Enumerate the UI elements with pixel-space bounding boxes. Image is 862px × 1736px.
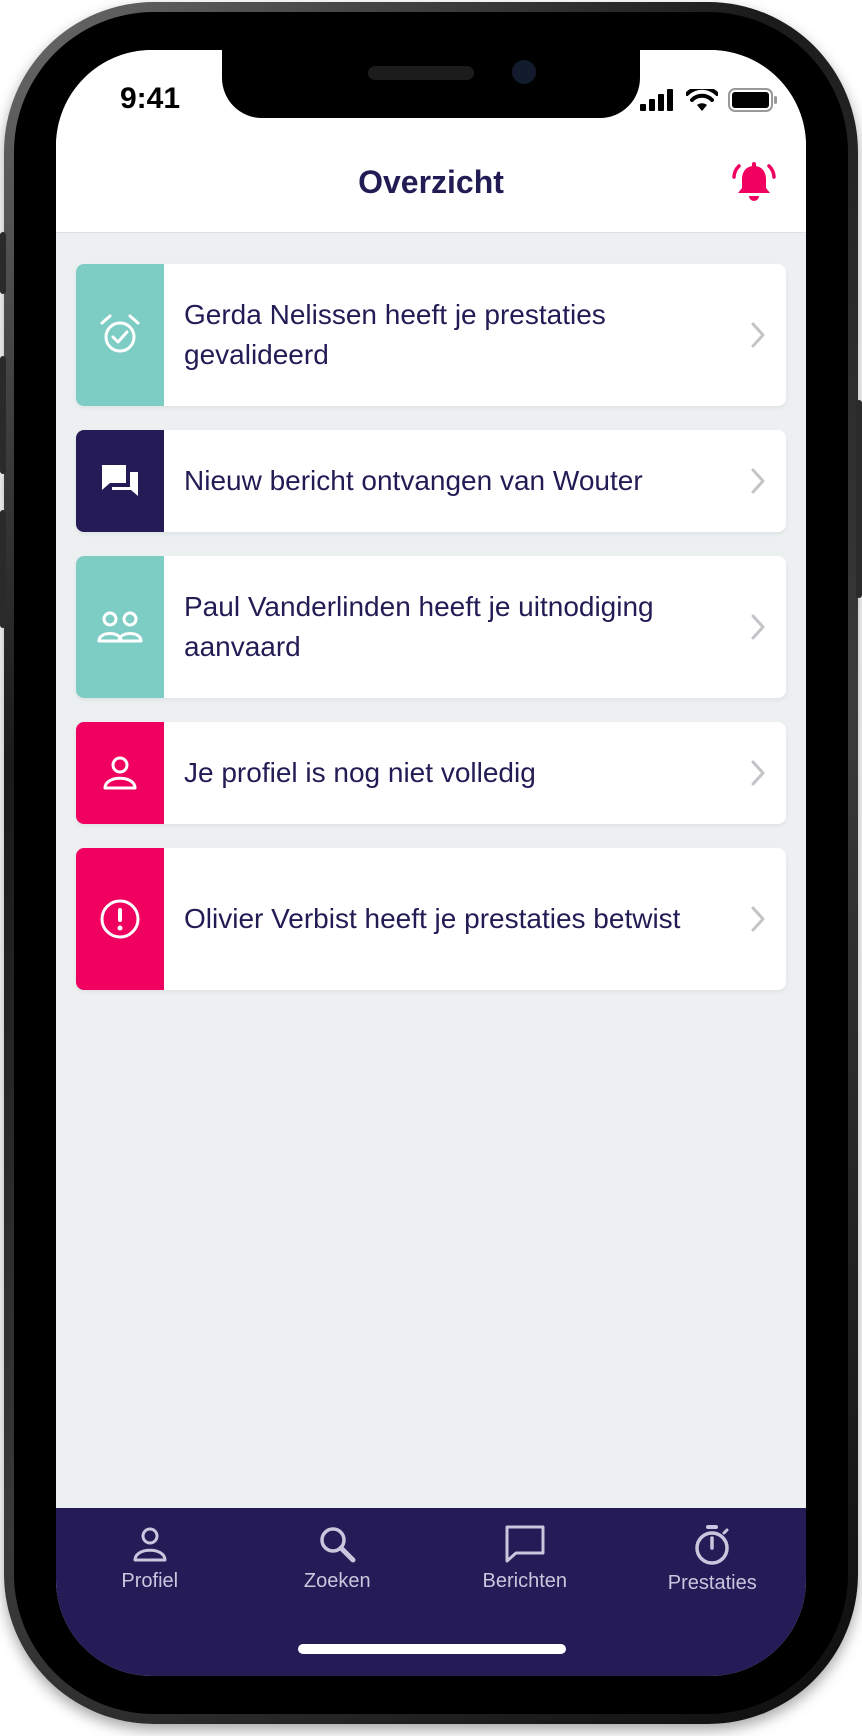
camera xyxy=(512,60,536,84)
side-button xyxy=(856,400,862,598)
side-button xyxy=(0,510,6,628)
notification-list: Gerda Nelissen heeft je prestaties geval… xyxy=(76,264,786,1014)
notch xyxy=(222,50,640,118)
page-title: Overzicht xyxy=(358,164,504,200)
side-button xyxy=(0,232,6,294)
notification-icon-box xyxy=(76,848,164,990)
notification-text: Je profiel is nog niet volledig xyxy=(184,757,536,788)
notification-text: Paul Vanderlinden heeft je uitnodiging a… xyxy=(184,591,654,662)
notification-item[interactable]: Gerda Nelissen heeft je prestaties geval… xyxy=(76,264,786,406)
tab-label: Prestaties xyxy=(667,1572,757,1594)
nav-header: Overzicht xyxy=(56,138,806,233)
notification-text: Gerda Nelissen heeft je prestaties geval… xyxy=(184,299,606,370)
home-indicator[interactable] xyxy=(298,1644,566,1654)
notification-item[interactable]: Nieuw bericht ontvangen van Wouter xyxy=(76,430,786,532)
notification-icon-box xyxy=(76,264,164,406)
notification-text: Nieuw bericht ontvangen van Wouter xyxy=(184,465,643,496)
chevron-right-icon xyxy=(751,322,765,348)
status-time: 9:41 xyxy=(120,82,181,115)
notification-text: Olivier Verbist heeft je prestaties betw… xyxy=(184,903,681,934)
person-icon xyxy=(103,756,137,790)
notification-icon-box xyxy=(76,430,164,532)
tab-zoeken[interactable]: Zoeken xyxy=(244,1508,432,1618)
notification-item[interactable]: Je profiel is nog niet volledig xyxy=(76,722,786,824)
tab-prestaties[interactable]: Prestaties xyxy=(619,1508,807,1618)
signal-icon xyxy=(640,89,673,111)
chat-icon xyxy=(505,1525,545,1563)
notification-icon-box xyxy=(76,722,164,824)
stopwatch-icon xyxy=(695,1525,729,1565)
bell-icon[interactable] xyxy=(732,160,776,204)
tab-label: Berichten xyxy=(482,1570,568,1592)
chevron-right-icon xyxy=(751,906,765,932)
tab-profiel[interactable]: Profiel xyxy=(56,1508,244,1618)
notification-item[interactable]: Paul Vanderlinden heeft je uitnodiging a… xyxy=(76,556,786,698)
notification-item[interactable]: Olivier Verbist heeft je prestaties betw… xyxy=(76,848,786,990)
search-icon xyxy=(320,1527,356,1563)
tab-label: Zoeken xyxy=(303,1570,371,1592)
alert-icon xyxy=(100,899,140,939)
side-button xyxy=(0,356,6,474)
screen: 9:41 Overzicht Gerda Nelissen heeft je p… xyxy=(56,50,806,1676)
chevron-right-icon xyxy=(751,468,765,494)
alarm-check-icon xyxy=(100,314,140,353)
wifi-icon xyxy=(686,89,718,111)
person-icon xyxy=(133,1527,167,1562)
notification-icon-box xyxy=(76,556,164,698)
people-icon xyxy=(97,611,143,643)
chat-bubbles-icon xyxy=(102,465,138,496)
tab-bar: Profiel Zoeken Berichten Prestaties xyxy=(56,1508,806,1676)
tabs: Profiel Zoeken Berichten Prestaties xyxy=(56,1508,806,1618)
status-icons xyxy=(640,88,778,112)
status-bar: 9:41 xyxy=(56,50,806,138)
tab-label: Profiel xyxy=(121,1570,179,1592)
tab-berichten[interactable]: Berichten xyxy=(431,1508,619,1618)
chevron-right-icon xyxy=(751,760,765,786)
battery-icon xyxy=(728,88,777,112)
chevron-right-icon xyxy=(751,614,765,640)
speaker xyxy=(368,66,474,80)
